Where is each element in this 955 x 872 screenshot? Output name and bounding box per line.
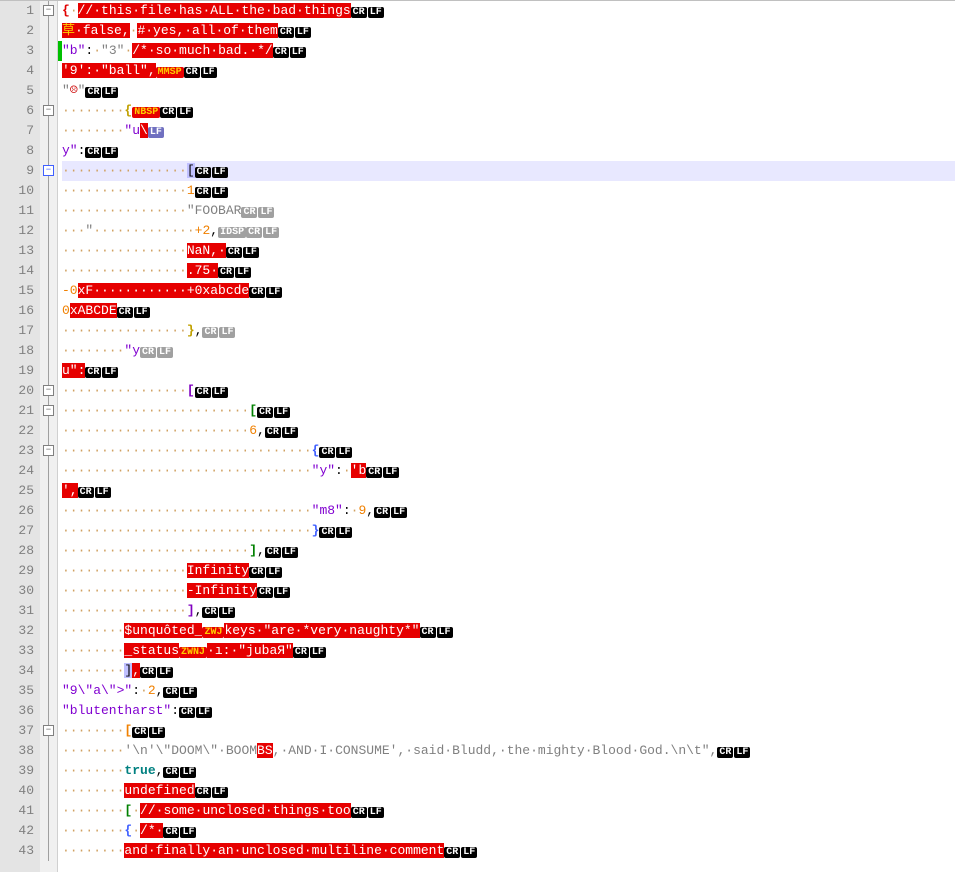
code-line[interactable]: ········undefinedCRLF (62, 781, 955, 801)
code-line[interactable]: ········and·finally·an·unclosed·multilin… (62, 841, 955, 861)
fold-toggle[interactable]: − (43, 385, 54, 396)
code-line[interactable]: ························6,CRLF (62, 421, 955, 441)
code-line[interactable]: ········[CRLF (62, 721, 955, 741)
code-line[interactable]: u":CRLF (62, 361, 955, 381)
code-line[interactable]: ················"FOOBARCRLF (62, 201, 955, 221)
line-number: 12 (2, 221, 34, 241)
code-line[interactable]: ························],CRLF (62, 541, 955, 561)
line-number: 16 (2, 301, 34, 321)
line-number: 31 (2, 601, 34, 621)
line-number: 6 (2, 101, 34, 121)
line-number: 2 (2, 21, 34, 41)
code-line[interactable]: ········[·//·some·unclosed·things·tooCRL… (62, 801, 955, 821)
line-number: 33 (2, 641, 34, 661)
line-number: 32 (2, 621, 34, 641)
line-number: 25 (2, 481, 34, 501)
line-number: 14 (2, 261, 34, 281)
line-number: 3 (2, 41, 34, 61)
code-line[interactable]: ········"yCRLF (62, 341, 955, 361)
fold-toggle[interactable]: − (43, 445, 54, 456)
code-line[interactable]: 草·false,·#·yes,·all·of·themCRLF (62, 21, 955, 41)
line-number: 7 (2, 121, 34, 141)
line-number: 9 (2, 161, 34, 181)
code-line[interactable]: ································"m8":·9,… (62, 501, 955, 521)
code-line[interactable]: ···"·············+2,IDSPCRLF (62, 221, 955, 241)
code-line[interactable]: ········"u\LF (62, 121, 955, 141)
line-number: 19 (2, 361, 34, 381)
line-number: 5 (2, 81, 34, 101)
fold-column[interactable]: − − − − − − − (40, 1, 58, 872)
code-area[interactable]: {·//·this·file·has·ALL·the·bad·thingsCRL… (62, 1, 955, 872)
line-number: 36 (2, 701, 34, 721)
line-number: 39 (2, 761, 34, 781)
line-number: 28 (2, 541, 34, 561)
code-line[interactable]: ',CRLF (62, 481, 955, 501)
line-number: 18 (2, 341, 34, 361)
code-line[interactable]: "☹"CRLF (62, 81, 955, 101)
code-line[interactable]: ················NaN,·CRLF (62, 241, 955, 261)
fold-toggle[interactable]: − (43, 165, 54, 176)
line-number: 43 (2, 841, 34, 861)
line-number: 37 (2, 721, 34, 741)
line-number: 42 (2, 821, 34, 841)
code-line[interactable]: y":CRLF (62, 141, 955, 161)
line-number: 41 (2, 801, 34, 821)
code-line[interactable]: ········$unquôted_ZWJkeys·"are·*very·nau… (62, 621, 955, 641)
line-number: 23 (2, 441, 34, 461)
line-number: 35 (2, 681, 34, 701)
code-line[interactable]: ················],CRLF (62, 601, 955, 621)
code-line[interactable]: "9\"a\">":·2,CRLF (62, 681, 955, 701)
fold-toggle[interactable]: − (43, 5, 54, 16)
code-line[interactable]: ················},CRLF (62, 321, 955, 341)
code-line[interactable]: ········true,CRLF (62, 761, 955, 781)
line-number: 11 (2, 201, 34, 221)
code-line[interactable]: '9':·"ball",MMSPCRLF (62, 61, 955, 81)
code-line[interactable]: ········'\n'\"DOOM\"·BOOMBS,·AND·I·CONSU… (62, 741, 955, 761)
line-number: 8 (2, 141, 34, 161)
code-line[interactable]: 0xABCDECRLF (62, 301, 955, 321)
code-line[interactable]: "blutentharst":CRLF (62, 701, 955, 721)
line-number: 30 (2, 581, 34, 601)
code-line[interactable]: ················1CRLF (62, 181, 955, 201)
line-number: 34 (2, 661, 34, 681)
line-number: 29 (2, 561, 34, 581)
line-number: 13 (2, 241, 34, 261)
code-line[interactable]: ················InfinityCRLF (62, 561, 955, 581)
line-number: 40 (2, 781, 34, 801)
line-number: 15 (2, 281, 34, 301)
code-line[interactable]: ································{CRLF (62, 441, 955, 461)
fold-toggle[interactable]: − (43, 725, 54, 736)
code-line[interactable]: ········{·/*·CRLF (62, 821, 955, 841)
code-line[interactable]: -0xF············+0xabcdeCRLF (62, 281, 955, 301)
code-line[interactable]: ················-InfinityCRLF (62, 581, 955, 601)
code-line[interactable]: ········],CRLF (62, 661, 955, 681)
code-line[interactable]: ········_statusZWNJ·ı:·"jubaЯ"CRLF (62, 641, 955, 661)
line-number: 20 (2, 381, 34, 401)
line-number: 27 (2, 521, 34, 541)
line-number: 24 (2, 461, 34, 481)
line-number: 21 (2, 401, 34, 421)
code-line[interactable]: {·//·this·file·has·ALL·the·bad·thingsCRL… (62, 1, 955, 21)
code-line[interactable]: ················[CRLF (62, 161, 955, 181)
code-line[interactable]: ································}CRLF (62, 521, 955, 541)
code-line[interactable]: ························[CRLF (62, 401, 955, 421)
code-line[interactable]: ················.75·CRLF (62, 261, 955, 281)
code-line[interactable]: ································"y":·'bC… (62, 461, 955, 481)
code-line[interactable]: "b":·"3"·/*·so·much·bad.·*/CRLF (62, 41, 955, 61)
line-number: 38 (2, 741, 34, 761)
code-line[interactable]: ········{NBSPCRLF (62, 101, 955, 121)
line-number: 26 (2, 501, 34, 521)
line-number: 17 (2, 321, 34, 341)
line-number: 1 (2, 1, 34, 21)
line-number-gutter: 1234567891011121314151617181920212223242… (0, 1, 40, 872)
line-number: 22 (2, 421, 34, 441)
line-number: 10 (2, 181, 34, 201)
code-line[interactable]: ················[CRLF (62, 381, 955, 401)
line-number: 4 (2, 61, 34, 81)
fold-toggle[interactable]: − (43, 105, 54, 116)
code-editor: 1234567891011121314151617181920212223242… (0, 0, 955, 872)
fold-toggle[interactable]: − (43, 405, 54, 416)
